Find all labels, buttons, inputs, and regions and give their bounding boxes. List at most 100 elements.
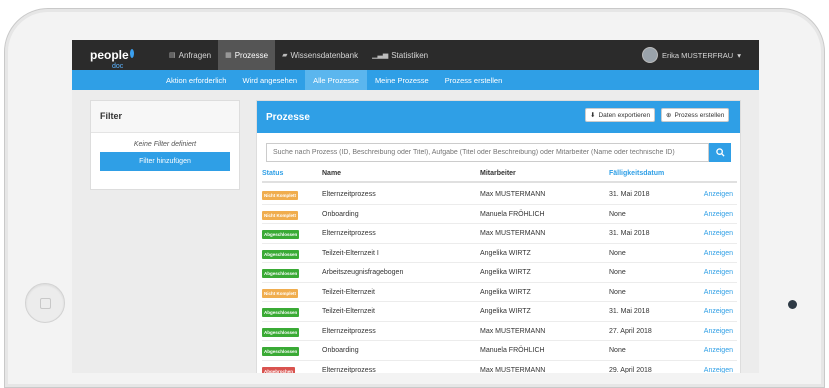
nav-item-anfragen[interactable]: ▤ Anfragen <box>162 40 218 70</box>
due-date: None <box>609 347 626 354</box>
search-icon <box>715 148 725 157</box>
processes-panel: Prozesse ⬇ Daten exportieren ⊕ Prozess e… <box>256 100 741 373</box>
process-name: Teilzeit-Elternzeit I <box>322 249 379 257</box>
process-name: Elternzeitprozess <box>322 327 376 335</box>
nav-item-label: Anfragen <box>178 50 212 60</box>
employee-name: Manuela FRÖHLICH <box>480 210 545 218</box>
process-name: Elternzeitprozess <box>322 191 376 198</box>
table-row[interactable]: Nicht Komplett Teilzeit-Elternzeit Angelik… <box>262 283 737 302</box>
column-header-status[interactable]: Status <box>262 170 283 177</box>
process-name: Arbeitszeugnisfragebogen <box>322 269 404 276</box>
process-name: Elternzeitprozess <box>322 366 376 374</box>
employee-name: Angelika WIRTZ <box>480 249 531 257</box>
filter-empty-text: Keine Filter definiert <box>133 141 197 148</box>
table-row[interactable]: Nicht Komplett Elternzeitprozess Max MUSTE… <box>262 185 737 205</box>
view-link[interactable]: Anzeigen <box>704 191 733 198</box>
avatar <box>641 47 658 63</box>
status-badge: Nicht Komplett <box>262 210 298 220</box>
process-name: Teilzeit-Elternzeit <box>322 308 375 315</box>
user-name: Erika MUSTERFRAU <box>661 50 734 60</box>
employee-name: Manuela FRÖHLICH <box>480 347 545 354</box>
nav-item-label: Wissensdatenbank <box>290 50 359 60</box>
table-row[interactable]: Abgeschlossen Teilzeit-Elternzeit I Angeli… <box>262 244 737 263</box>
download-icon: ⬇ <box>590 112 596 119</box>
nav-item-statistiken[interactable]: ▁▃▅ Statistiken <box>365 40 435 70</box>
view-link[interactable]: Anzeigen <box>704 250 733 257</box>
create-process-label: Prozess erstellen <box>674 111 725 119</box>
due-date: 27. April 2018 <box>609 327 652 335</box>
view-link[interactable]: Anzeigen <box>704 328 733 335</box>
employee-name: Angelika WIRTZ <box>480 269 531 276</box>
employee-name: Max MUSTERMANN <box>480 327 546 335</box>
status-badge: Abgeschlossen <box>262 347 300 356</box>
table-body: Nicht Komplett Elternzeitprozess Max MUSTE… <box>262 185 737 373</box>
logo-ring-icon <box>129 48 134 58</box>
subnav-item-aktion-erforderlich[interactable]: Aktion erforderlich <box>158 70 234 90</box>
employee-name: Angelika WIRTZ <box>480 308 531 315</box>
view-link[interactable]: Anzeigen <box>704 308 733 315</box>
employee-name: Max MUSTERMANN <box>480 191 546 198</box>
panel-title: Prozesse <box>266 111 310 123</box>
table-row[interactable]: Abgeschlossen Elternzeitprozess Max MUSTER… <box>262 224 737 244</box>
inbox-icon: ▤ <box>169 52 176 59</box>
subnav-item-prozess-erstellen[interactable]: Prozess erstellen <box>437 70 511 90</box>
view-link[interactable]: Anzeigen <box>704 347 733 354</box>
nav-item-label: Statistiken <box>391 50 429 60</box>
process-icon: ▦ <box>225 52 232 59</box>
camera-dot <box>788 300 797 309</box>
process-name: Elternzeitprozess <box>322 230 376 237</box>
plus-circle-icon: ⊕ <box>666 112 672 119</box>
status-badge: Abgeschlossen <box>262 308 300 317</box>
column-header-employee[interactable]: Mitarbeiter <box>480 170 516 177</box>
nav-item-wissensdatenbank[interactable]: ▰ Wissensdatenbank <box>275 40 365 70</box>
book-icon: ▰ <box>282 52 288 59</box>
search-button[interactable] <box>709 143 731 162</box>
table-row[interactable]: Abgeschlossen Teilzeit-Elternzeit Angelika… <box>262 302 737 322</box>
main-nav: ▤ Anfragen ▦ Prozesse ▰ Wissensdatenbank… <box>162 40 435 70</box>
due-date: None <box>609 210 626 218</box>
filter-title: Filter <box>91 101 239 133</box>
view-link[interactable]: Anzeigen <box>704 269 733 276</box>
table-row[interactable]: Abgeschlossen Elternzeitprozess Max MUSTER… <box>262 322 737 341</box>
table-row[interactable]: Nicht Komplett Onboarding Manuela FRÖHLICH… <box>262 205 737 224</box>
subnav-item-alle-prozesse[interactable]: Alle Prozesse <box>305 70 367 90</box>
column-header-due-date[interactable]: Fälligkeitsdatum <box>609 170 664 177</box>
status-badge: Abgeschlossen <box>262 230 300 239</box>
table-row[interactable]: Abgebrochen Elternzeitprozess Max MUSTERMA… <box>262 361 737 374</box>
home-button <box>25 283 65 323</box>
user-menu[interactable]: Erika MUSTERFRAU ▾ <box>641 40 741 70</box>
status-badge: Abgeschlossen <box>262 269 300 278</box>
view-link[interactable]: Anzeigen <box>704 289 733 296</box>
sub-navbar: Aktion erforderlich Wird angesehen Alle … <box>72 70 759 90</box>
app-logo[interactable]: people doc <box>72 48 134 70</box>
search-row <box>266 143 731 162</box>
column-header-name[interactable]: Name <box>322 170 341 177</box>
export-data-button[interactable]: ⬇ Daten exportieren <box>585 108 656 122</box>
process-name: Onboarding <box>322 210 359 218</box>
logo-text: people <box>90 48 129 62</box>
add-filter-button[interactable]: Filter hinzufügen <box>100 152 230 171</box>
due-date: 31. Mai 2018 <box>609 191 650 198</box>
bar-chart-icon: ▁▃▅ <box>372 52 389 59</box>
status-badge: Abgeschlossen <box>262 327 300 337</box>
create-process-button[interactable]: ⊕ Prozess erstellen <box>661 108 730 122</box>
status-badge: Nicht Komplett <box>262 191 298 200</box>
table-row[interactable]: Abgeschlossen Arbeitszeugnisfragebogen Ang… <box>262 263 737 283</box>
view-link[interactable]: Anzeigen <box>704 211 733 218</box>
nav-item-label: Prozesse <box>234 50 269 60</box>
view-link[interactable]: Anzeigen <box>704 367 733 374</box>
subnav-item-meine-prozesse[interactable]: Meine Prozesse <box>367 70 437 90</box>
top-navbar: people doc ▤ Anfragen ▦ Prozesse ▰ Wisse… <box>72 40 759 70</box>
search-input[interactable] <box>266 143 709 162</box>
status-badge: Abgebrochen <box>262 366 296 373</box>
due-date: None <box>609 249 626 257</box>
view-link[interactable]: Anzeigen <box>704 230 733 237</box>
subnav-item-wird-angesehen[interactable]: Wird angesehen <box>234 70 305 90</box>
employee-name: Angelika WIRTZ <box>480 288 531 296</box>
employee-name: Max MUSTERMANN <box>480 230 546 237</box>
due-date: None <box>609 269 626 276</box>
table-row[interactable]: Abgeschlossen Onboarding Manuela FRÖHLICH N… <box>262 341 737 361</box>
logo-subtext: doc <box>112 63 124 70</box>
employee-name: Max MUSTERMANN <box>480 366 546 374</box>
nav-item-prozesse[interactable]: ▦ Prozesse <box>218 40 276 70</box>
